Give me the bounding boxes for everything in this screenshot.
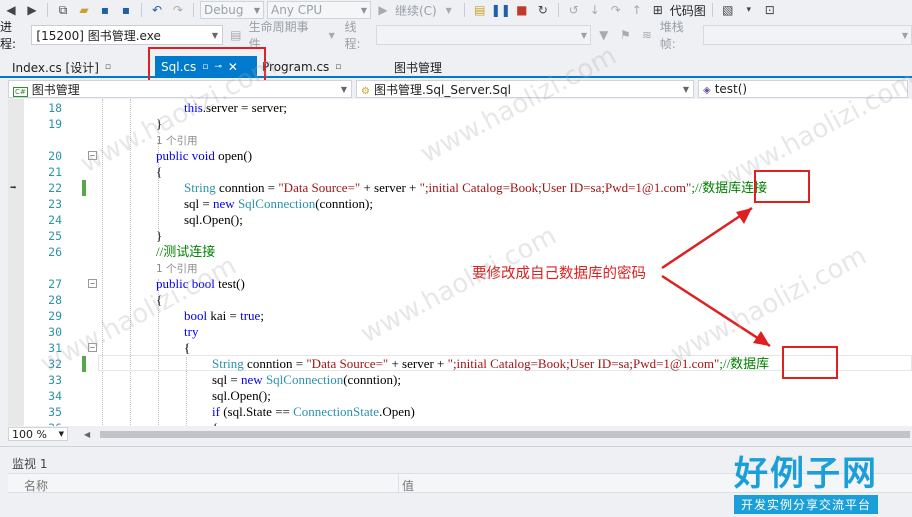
- horizontal-scrollbar[interactable]: [100, 431, 910, 438]
- brand-subtitle: 开发实例分享交流平台: [734, 495, 878, 514]
- scroll-left-icon[interactable]: ◀: [84, 430, 90, 439]
- column-value[interactable]: 值: [402, 477, 414, 494]
- arrow-line-up: [661, 206, 753, 270]
- site-logo: 好例子网 开发实例分享交流平台: [734, 446, 878, 514]
- zoom-value: 100 %: [12, 427, 47, 441]
- column-divider[interactable]: [398, 474, 399, 494]
- column-name[interactable]: 名称: [24, 477, 48, 494]
- arrow-line-down: [661, 274, 771, 348]
- brand-title: 好例子网: [734, 454, 878, 494]
- zoom-dropdown[interactable]: 100 % ▼: [8, 427, 68, 441]
- editor-status-bar: 100 % ▼ ◀: [8, 427, 912, 441]
- arrow-head-down: [753, 331, 770, 346]
- chevron-down-icon: ▼: [58, 430, 64, 438]
- watch-title: 监视 1: [12, 457, 48, 471]
